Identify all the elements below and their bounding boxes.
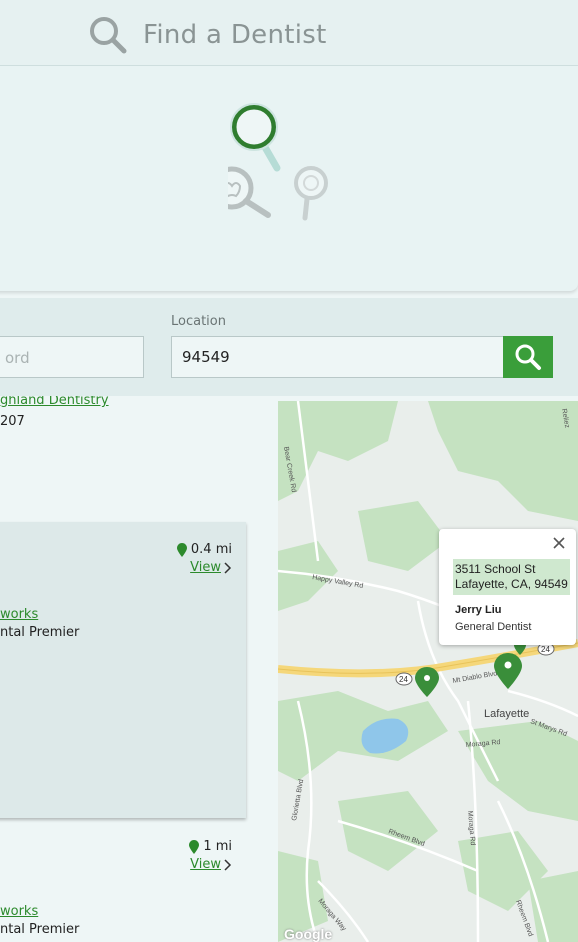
result-name-link[interactable]: ghland Dentistry: [0, 396, 109, 408]
result-card[interactable]: 0.4 mi View works ntal Premier: [0, 522, 246, 818]
location-input[interactable]: 94549: [171, 336, 504, 378]
search-button[interactable]: [503, 336, 553, 378]
plan-text: ntal Premier: [0, 625, 80, 640]
location-label: Location: [171, 314, 226, 329]
view-link-label[interactable]: View: [190, 560, 221, 575]
magnifier-tooth-illustration: [228, 103, 328, 221]
highway-label: 24: [399, 675, 408, 684]
result-suite: 207: [0, 414, 25, 429]
address-line1: 3511 School St: [455, 562, 536, 576]
search-form: ord Location 94549: [0, 298, 578, 396]
google-attribution: Google: [284, 926, 333, 942]
distance-text: 0.4 mi: [190, 542, 232, 557]
popup-address: 3511 School St Lafayette, CA, 94549: [453, 559, 570, 595]
page-title: Find a Dentist: [143, 20, 327, 50]
keyword-input[interactable]: ord: [0, 336, 144, 378]
highway-label: 24: [541, 645, 550, 654]
distance: 0.4 mi: [176, 542, 232, 557]
hero-panel: [0, 66, 578, 291]
results-list: ghland Dentistry 207 0.4 mi View works n…: [0, 396, 278, 942]
address-line2: Lafayette, CA, 94549: [455, 577, 568, 591]
network-link[interactable]: works: [0, 904, 38, 919]
view-link[interactable]: View: [190, 857, 232, 872]
map[interactable]: 24 24 Mt Diablo Blvd Happy Valley Rd Laf…: [278, 401, 578, 942]
chevron-right-icon: [224, 561, 232, 574]
plan-text: ntal Premier: [0, 922, 80, 937]
popup-specialty: General Dentist: [455, 621, 532, 633]
map-pin-icon: [189, 839, 200, 854]
network-link[interactable]: works: [0, 607, 38, 622]
chevron-right-icon: [224, 858, 232, 871]
map-pin-icon: [176, 542, 187, 557]
search-icon: [90, 17, 127, 54]
view-link[interactable]: View: [190, 560, 232, 575]
find-a-dentist-page: Find a Dentist ord Location 94549 ghland…: [0, 0, 578, 942]
distance-text: 1 mi: [203, 839, 232, 854]
map-canvas[interactable]: 24 24 Mt Diablo Blvd Happy Valley Rd Laf…: [278, 401, 578, 942]
city-label: Lafayette: [484, 708, 529, 720]
map-info-popup: 3511 School St Lafayette, CA, 94549 Jerr…: [439, 529, 576, 645]
popup-dentist-name: Jerry Liu: [455, 604, 502, 616]
close-icon[interactable]: [552, 536, 566, 550]
view-link-label[interactable]: View: [190, 857, 221, 872]
distance: 1 mi: [189, 839, 232, 854]
search-header: Find a Dentist: [0, 0, 578, 66]
search-icon: [515, 344, 541, 370]
